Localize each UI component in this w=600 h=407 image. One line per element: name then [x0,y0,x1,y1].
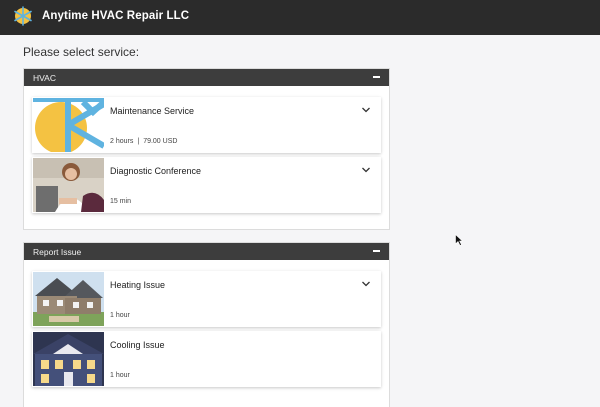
top-bar: Anytime HVAC Repair LLC [0,0,600,35]
logo-icon[interactable] [12,5,34,27]
service-duration: 2 hours [110,138,134,145]
page-title: Please select service: [23,45,140,59]
chevron-down-icon[interactable] [361,280,371,288]
minus-icon[interactable] [373,250,380,252]
service-name: Maintenance Service [110,106,195,116]
service-card[interactable]: Diagnostic Conference 15 min [32,157,381,213]
service-name: Heating Issue [110,280,166,290]
chevron-down-icon[interactable] [361,106,371,114]
service-card[interactable]: Maintenance Service 2 hours | 79.00 USD [32,97,381,153]
service-meta: 1 hour [110,372,130,379]
service-price: 79.00 USD [143,138,178,145]
section-hvac: HVAC Maintenance Service 2 hours | 79.00 U… [23,68,390,230]
company-name[interactable]: Anytime HVAC Repair LLC [42,10,189,22]
service-thumbnail [33,98,104,152]
service-card[interactable]: Cooling Issue 1 hour [32,331,381,387]
minus-icon[interactable] [373,76,380,78]
section-title: HVAC [33,72,56,83]
service-duration: 1 hour [110,312,130,319]
service-duration: 1 hour [110,372,130,379]
chevron-down-icon[interactable] [361,166,371,174]
mouse-cursor-icon [455,234,463,246]
service-meta: 2 hours | 79.00 USD [110,138,178,145]
service-name: Diagnostic Conference [110,166,202,176]
service-thumbnail [33,332,104,386]
service-card[interactable]: Heating Issue 1 hour [32,271,381,327]
section-title: Report Issue [33,246,82,257]
service-meta: 1 hour [110,312,130,319]
service-thumbnail [33,158,104,212]
service-meta: 15 min [110,198,131,205]
service-name: Cooling Issue [110,340,165,350]
section-header[interactable]: HVAC [24,69,389,86]
section-header[interactable]: Report Issue [24,243,389,260]
section-report-issue: Report Issue Heating Issue 1 hour Coolin… [23,242,390,407]
service-duration: 15 min [110,198,132,205]
service-thumbnail [33,272,104,326]
